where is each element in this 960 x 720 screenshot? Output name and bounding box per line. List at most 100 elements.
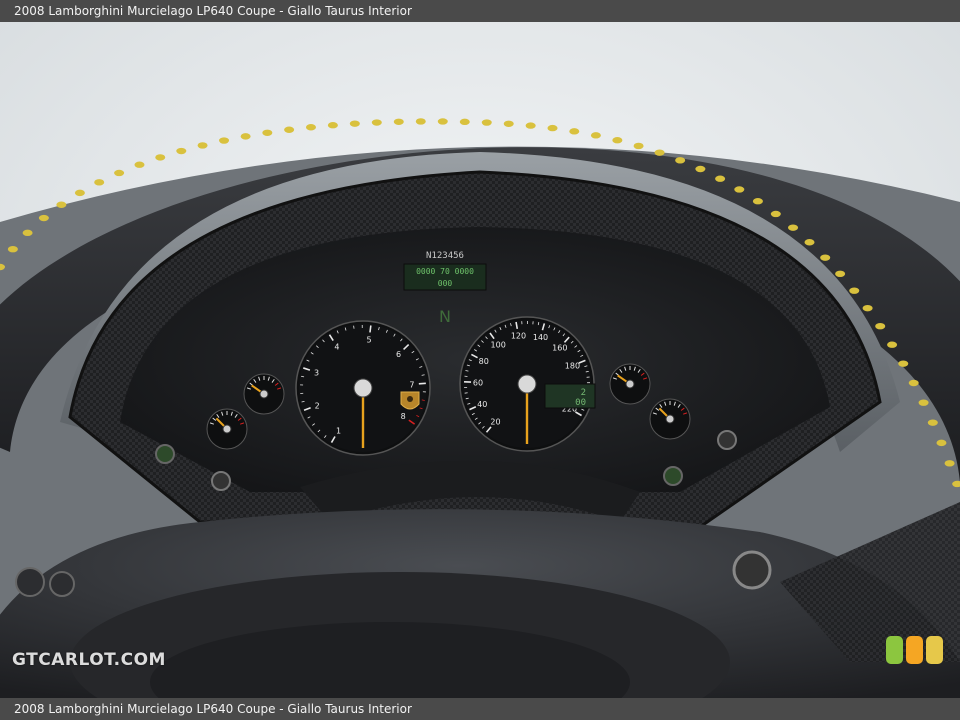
stitch-dot: [437, 118, 448, 125]
display-line-2: 000: [438, 279, 453, 288]
gauge-tick-label: 180: [565, 362, 580, 371]
stitch-dot: [898, 360, 909, 367]
odometer-display: [544, 383, 596, 409]
gauge-tick-label: 140: [533, 333, 548, 342]
stitch-dot: [944, 460, 955, 467]
odometer-line-2: 00: [575, 398, 586, 408]
stitch-dot: [936, 439, 947, 447]
dashboard-photo: N123456 0000 70 0000 000 N 1 2 3 4 5 6 7 8 20 40…: [0, 22, 960, 698]
badge-yellow-icon: [926, 636, 943, 664]
gear-indicator: N: [439, 307, 451, 326]
stitch-dot: [327, 122, 338, 129]
stitch-dot: [654, 149, 665, 156]
stitch-dot: [633, 142, 644, 150]
stitch-dot: [788, 224, 799, 231]
stitch-dot: [94, 179, 105, 186]
gauge-tick: [369, 325, 372, 333]
stitch-dot: [525, 122, 536, 129]
stitch-dot: [547, 124, 558, 132]
stitch-dot: [219, 137, 230, 144]
watermark-logo: GTCARLOT.COM: [12, 650, 166, 670]
stitch-dot: [770, 210, 781, 218]
small-gauge-left-upper: [243, 373, 285, 415]
stitch-dot: [7, 245, 18, 253]
gauge-tick: [418, 382, 426, 385]
bezel-button-right-upper: [717, 430, 737, 450]
gauge-tick-label: 60: [473, 378, 483, 387]
stitch-dot: [569, 128, 580, 135]
stitch-dot: [752, 198, 763, 205]
badge-green-icon: [886, 636, 903, 664]
tachometer: 1 2 3 4 5 6 7 8: [295, 320, 431, 456]
stitch-dot: [908, 379, 919, 387]
gauge-tick-label: 40: [477, 400, 487, 409]
stitch-dot: [734, 186, 745, 193]
stitch-dot: [612, 137, 623, 144]
gauge-hub: [353, 378, 373, 398]
stitch-dot: [393, 118, 404, 125]
gauge-hub: [259, 389, 269, 399]
gauge-hub: [517, 374, 537, 394]
stitch-dot: [134, 161, 145, 168]
stitch-dot: [38, 214, 49, 222]
small-gauge-right-upper: [609, 363, 651, 405]
gauge-tick-label: 3: [314, 368, 319, 377]
gauge-tick-label: 120: [511, 332, 526, 341]
stitch-dot: [927, 419, 938, 426]
gauge-tick-label: 2: [315, 401, 320, 410]
gauge-tick-label: 6: [396, 350, 401, 359]
gauge-tick-label: 80: [479, 357, 489, 366]
stitch-dot: [862, 304, 873, 312]
small-gauge-left-lower: [206, 408, 248, 450]
stitch-dot: [284, 126, 295, 133]
stitch-dot: [481, 119, 492, 126]
stitch-dot: [459, 118, 470, 126]
badge-orange-icon: [906, 636, 923, 664]
stitch-dot: [835, 270, 846, 278]
stitch-dot: [74, 189, 85, 197]
gauge-hub: [222, 424, 232, 434]
stitch-dot: [415, 118, 426, 125]
stitch-dot: [240, 133, 251, 140]
stitch-dot: [804, 239, 815, 246]
stitch-dot: [590, 132, 601, 139]
stitch-dot: [349, 120, 360, 127]
bezel-button-left-upper: [155, 444, 175, 464]
stitch-dot: [114, 169, 125, 177]
wheel-button-right: [732, 550, 772, 590]
gauge-tick-label: 5: [367, 335, 372, 344]
stitch-dot: [56, 201, 67, 208]
stitch-dot: [155, 154, 166, 161]
stitch-dot: [22, 229, 33, 237]
stitch-dot: [176, 147, 187, 155]
stitch-dot: [371, 119, 382, 126]
stitch-dot: [715, 175, 726, 182]
gauge-tick: [537, 322, 540, 326]
caption-bar-top: 2008 Lamborghini Murcielago LP640 Coupe …: [0, 0, 960, 22]
stitch-dot: [675, 157, 686, 164]
odometer-line-1: 2: [581, 388, 586, 398]
gauge-tick-label: 160: [552, 344, 567, 353]
gauge-tick-label: 4: [334, 343, 339, 352]
gauge-tick-label: 100: [491, 340, 506, 349]
stitch-dot: [820, 254, 831, 261]
stitch-dot: [503, 120, 514, 127]
bezel-button-left-lower: [211, 471, 231, 491]
gauge-tick-label: 7: [409, 380, 414, 389]
gauge-tick-label: 1: [336, 426, 341, 435]
stitch-dot: [875, 322, 886, 330]
stitch-dot: [887, 341, 898, 348]
stitch-dot: [849, 287, 860, 294]
serial-number-label: N123456: [426, 251, 464, 261]
gauge-tick-label: 20: [490, 418, 500, 427]
caption-bar-bottom: 2008 Lamborghini Murcielago LP640 Coupe …: [0, 698, 960, 720]
gauge-hub: [665, 414, 675, 424]
stitch-dot: [695, 165, 706, 173]
gauge-tick-label: 8: [401, 412, 406, 421]
bezel-button-right-lower: [663, 466, 683, 486]
small-gauge-right-lower: [649, 398, 691, 440]
stitch-dot: [197, 142, 208, 149]
stitch-dot: [262, 129, 273, 136]
stitch-dot: [305, 124, 316, 131]
stitch-dot: [918, 399, 929, 406]
